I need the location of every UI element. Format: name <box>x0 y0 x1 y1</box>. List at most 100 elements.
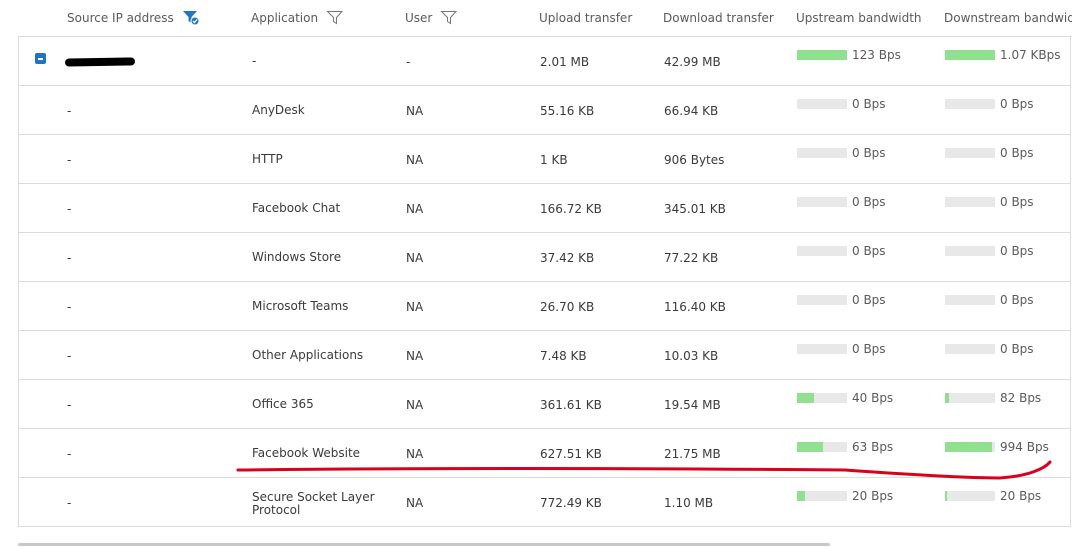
upstream-bandwidth-fill <box>797 393 814 403</box>
col-application[interactable]: Application <box>251 0 344 36</box>
upstream-bandwidth-value: 20 Bps <box>852 489 894 503</box>
upstream-bandwidth-bar <box>797 393 847 403</box>
application-cell: Windows Store <box>252 250 342 264</box>
redacted-source-ip <box>64 57 136 67</box>
upstream-bandwidth-value: 40 Bps <box>852 391 894 405</box>
user-cell: NA <box>406 447 424 461</box>
downstream-bandwidth-bar <box>945 50 995 60</box>
downstream-bandwidth-bar <box>945 295 995 305</box>
user-cell: NA <box>406 104 424 118</box>
upstream-bandwidth-value: 0 Bps <box>852 146 886 160</box>
source-ip-cell: - <box>67 202 72 216</box>
downstream-bandwidth-bar <box>945 442 995 452</box>
download-transfer-cell: 906 Bytes <box>664 153 725 167</box>
col-user[interactable]: User <box>405 0 458 36</box>
downstream-bandwidth-bar <box>945 344 995 354</box>
downstream-bandwidth-fill <box>945 491 947 501</box>
col-source-ip[interactable]: Source IP address <box>67 0 200 36</box>
upload-transfer-cell: 166.72 KB <box>540 202 602 216</box>
upstream-bandwidth-bar <box>797 295 847 305</box>
application-cell: AnyDesk <box>252 103 305 117</box>
col-upstream[interactable]: Upstream bandwidth <box>796 0 922 36</box>
source-ip-cell: - <box>67 447 72 461</box>
downstream-bandwidth-value: 994 Bps <box>1000 440 1049 454</box>
application-cell: Secure Socket Layer Protocol <box>252 490 375 517</box>
upload-transfer-cell: 627.51 KB <box>540 447 602 461</box>
table-row[interactable]: - Windows Store NA 37.42 KB 77.22 KB 0 Bps 0 B… <box>19 233 1071 282</box>
download-transfer-cell: 42.99 MB <box>664 55 721 69</box>
upstream-bandwidth-value: 0 Bps <box>852 342 886 356</box>
table-header: Source IP address Application User Uploa… <box>0 0 1076 36</box>
filter-icon[interactable] <box>440 10 458 25</box>
download-transfer-cell: 1.10 MB <box>664 496 714 510</box>
user-cell: NA <box>406 153 424 167</box>
table-row[interactable]: - Facebook Chat NA 166.72 KB 345.01 KB 0 Bps 0… <box>19 184 1071 233</box>
upstream-bandwidth-bar <box>797 491 847 501</box>
downstream-bandwidth-bar <box>945 246 995 256</box>
download-transfer-cell: 10.03 KB <box>664 349 719 363</box>
traffic-table: - - 2.01 MB 42.99 MB 123 Bps 1.07 KBps - AnyDes… <box>18 36 1071 527</box>
download-transfer-cell: 116.40 KB <box>664 300 726 314</box>
upload-transfer-cell: 1 KB <box>540 153 568 167</box>
downstream-bandwidth-fill <box>945 50 995 60</box>
downstream-bandwidth-bar <box>945 393 995 403</box>
upload-transfer-cell: 361.61 KB <box>540 398 602 412</box>
upstream-bandwidth-bar <box>797 246 847 256</box>
upload-transfer-cell: 55.16 KB <box>540 104 595 118</box>
downstream-bandwidth-fill <box>945 393 949 403</box>
download-transfer-cell: 345.01 KB <box>664 202 726 216</box>
source-ip-cell: - <box>67 496 72 510</box>
upload-transfer-cell: 2.01 MB <box>540 55 590 69</box>
upstream-bandwidth-bar <box>797 197 847 207</box>
upstream-bandwidth-value: 0 Bps <box>852 293 886 307</box>
upstream-bandwidth-value: 0 Bps <box>852 97 886 111</box>
upload-transfer-cell: 26.70 KB <box>540 300 595 314</box>
table-row[interactable]: - Facebook Website NA 627.51 KB 21.75 MB 63 B… <box>19 429 1071 478</box>
filter-active-icon[interactable] <box>182 10 200 25</box>
user-cell: NA <box>406 251 424 265</box>
application-cell: Office 365 <box>252 397 314 411</box>
upstream-bandwidth-bar <box>797 99 847 109</box>
upstream-bandwidth-bar <box>797 50 847 60</box>
table-row[interactable]: - Office 365 NA 361.61 KB 19.54 MB 40 Bps 82 B… <box>19 380 1071 429</box>
downstream-bandwidth-value: 0 Bps <box>1000 146 1034 160</box>
col-upload[interactable]: Upload transfer <box>539 0 632 36</box>
upstream-bandwidth-fill <box>797 442 823 452</box>
filter-icon[interactable] <box>326 10 344 25</box>
collapse-icon[interactable] <box>35 53 46 64</box>
download-transfer-cell: 21.75 MB <box>664 447 721 461</box>
source-ip-cell: - <box>67 398 72 412</box>
table-row[interactable]: - AnyDesk NA 55.16 KB 66.94 KB 0 Bps 0 Bps <box>19 86 1071 135</box>
upstream-bandwidth-fill <box>797 491 805 501</box>
downstream-bandwidth-value: 0 Bps <box>1000 342 1034 356</box>
upstream-bandwidth-value: 63 Bps <box>852 440 894 454</box>
table-row[interactable]: - Secure Socket Layer Protocol NA 772.49 KB… <box>19 478 1071 527</box>
download-transfer-cell: 77.22 KB <box>664 251 719 265</box>
source-ip-cell: - <box>67 300 72 314</box>
table-row[interactable]: - - 2.01 MB 42.99 MB 123 Bps 1.07 KBps <box>19 37 1071 86</box>
upstream-bandwidth-bar <box>797 344 847 354</box>
upload-transfer-cell: 7.48 KB <box>540 349 587 363</box>
table-row[interactable]: - HTTP NA 1 KB 906 Bytes 0 Bps 0 Bps <box>19 135 1071 184</box>
col-downstream[interactable]: Downstream bandwidth <box>944 0 1072 36</box>
application-cell: Facebook Website <box>252 446 361 460</box>
horizontal-scrollbar[interactable] <box>18 543 830 546</box>
user-cell: NA <box>406 300 424 314</box>
downstream-bandwidth-fill <box>945 442 992 452</box>
application-cell: Microsoft Teams <box>252 299 349 313</box>
source-ip-cell: - <box>67 251 72 265</box>
downstream-bandwidth-value: 0 Bps <box>1000 97 1034 111</box>
col-download[interactable]: Download transfer <box>663 0 774 36</box>
downstream-bandwidth-value: 82 Bps <box>1000 391 1042 405</box>
table-row[interactable]: - Microsoft Teams NA 26.70 KB 116.40 KB 0 Bps… <box>19 282 1071 331</box>
upstream-bandwidth-value: 123 Bps <box>852 48 901 62</box>
user-cell: - <box>406 55 411 69</box>
downstream-bandwidth-value: 20 Bps <box>1000 489 1042 503</box>
table-row[interactable]: - Other Applications NA 7.48 KB 10.03 KB 0 Bp… <box>19 331 1071 380</box>
source-ip-cell: - <box>67 104 72 118</box>
download-transfer-cell: 19.54 MB <box>664 398 721 412</box>
source-ip-cell: - <box>67 153 72 167</box>
downstream-bandwidth-bar <box>945 99 995 109</box>
upstream-bandwidth-bar <box>797 442 847 452</box>
downstream-bandwidth-value: 1.07 KBps <box>1000 48 1061 62</box>
